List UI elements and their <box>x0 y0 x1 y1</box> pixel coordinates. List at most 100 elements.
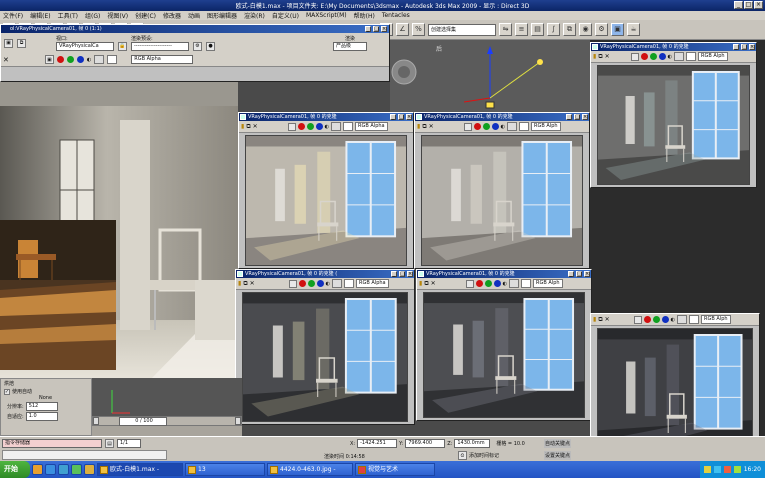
use-autosize-checkbox[interactable]: ✓ <box>4 388 10 395</box>
menu-item[interactable]: MAXScript(M) <box>306 12 347 19</box>
task-folder[interactable]: 13 <box>185 463 265 476</box>
save-icon[interactable]: ▮ <box>238 280 241 287</box>
menu-item[interactable]: 动画 <box>188 11 200 20</box>
curve-editor-icon[interactable]: ∫ <box>547 23 560 36</box>
mono-toggle-icon[interactable] <box>509 279 520 288</box>
blue-channel-icon[interactable] <box>76 56 84 63</box>
clear-icon[interactable]: ✕ <box>605 316 610 323</box>
preset-manage-icon[interactable]: ● <box>206 41 215 51</box>
alpha-icon[interactable]: ◐ <box>668 54 672 60</box>
spacing-input[interactable]: 1.0 <box>25 412 58 421</box>
color-swatch[interactable] <box>521 279 532 288</box>
close-button[interactable]: × <box>749 44 755 50</box>
layer-manager-icon[interactable]: ▤ <box>531 23 544 36</box>
minimize-button[interactable]: _ <box>568 271 574 277</box>
copy-icon[interactable]: ⧉ <box>424 280 428 288</box>
transform-gizmo-icon[interactable] <box>390 40 590 112</box>
z-coordinate[interactable]: 1430.0mm <box>454 439 491 448</box>
close-button[interactable]: × <box>754 1 763 9</box>
maximize-button[interactable]: □ <box>373 26 379 32</box>
prev-frame-icon[interactable] <box>93 417 99 425</box>
copy-icon[interactable]: ⧉ <box>422 123 426 131</box>
menu-item[interactable]: 组(G) <box>85 11 100 20</box>
clear-icon[interactable]: ✕ <box>253 123 258 130</box>
copy-icon[interactable]: ⧉ <box>246 123 250 131</box>
close-button[interactable]: × <box>582 114 588 120</box>
tray-volume-icon[interactable] <box>703 466 711 473</box>
red-channel-icon[interactable] <box>56 56 64 63</box>
display-icon[interactable] <box>463 122 472 131</box>
green-channel-icon[interactable] <box>484 280 492 287</box>
green-channel-icon[interactable] <box>307 280 315 287</box>
save-icon[interactable]: ▮ <box>593 53 596 60</box>
alpha-icon[interactable]: ◐ <box>501 124 505 130</box>
display-icon[interactable] <box>630 52 639 61</box>
clear-icon[interactable]: ✕ <box>3 56 9 64</box>
media-icon[interactable] <box>71 464 82 475</box>
quick-launch-icon[interactable] <box>32 464 43 475</box>
menu-item[interactable]: Tentacles <box>382 12 410 19</box>
maximize-button[interactable]: □ <box>399 271 405 277</box>
close-button[interactable]: × <box>584 271 590 277</box>
tray-ime-icon[interactable] <box>733 466 741 473</box>
script-page[interactable]: 1/1 <box>117 439 141 448</box>
clear-icon[interactable]: ✕ <box>429 123 434 130</box>
green-channel-icon[interactable] <box>652 316 660 323</box>
color-swatch[interactable] <box>689 315 700 324</box>
desktop-icon[interactable] <box>58 464 69 475</box>
red-channel-icon[interactable] <box>297 123 305 130</box>
auto-key-button[interactable]: 自动关键点 <box>544 439 572 448</box>
color-swatch[interactable] <box>344 279 355 288</box>
mono-toggle-icon[interactable] <box>674 52 685 61</box>
close-button[interactable]: × <box>381 26 387 32</box>
mirror-icon[interactable]: ⇋ <box>499 23 512 36</box>
copy-icon[interactable]: ⧉ <box>598 316 602 324</box>
maximize-button[interactable]: □ <box>741 44 747 50</box>
viewport-dropdown[interactable]: VRayPhysicalCa <box>56 42 114 51</box>
channel-dropdown[interactable]: RGB Alpha <box>355 122 388 131</box>
alpha-icon[interactable]: ◐ <box>671 317 675 323</box>
blue-channel-icon[interactable] <box>316 280 324 287</box>
green-channel-icon[interactable] <box>66 56 74 63</box>
material-editor-icon[interactable]: ◉ <box>579 23 592 36</box>
maximize-button[interactable]: □ <box>398 114 404 120</box>
schematic-view-icon[interactable]: ⧉ <box>563 23 576 36</box>
blue-channel-icon[interactable] <box>493 280 501 287</box>
quick-render-icon[interactable]: ☕ <box>627 23 640 36</box>
blue-channel-icon[interactable] <box>491 123 499 130</box>
menu-item[interactable]: 图形编辑器 <box>207 11 237 20</box>
red-channel-icon[interactable] <box>298 280 306 287</box>
start-button[interactable]: 开始 <box>0 461 30 478</box>
named-selection-dropdown[interactable]: 创建选择集 <box>428 23 496 36</box>
channel-dropdown[interactable]: RGB Alpha <box>131 55 194 64</box>
channel-dropdown[interactable]: RGB Alph <box>698 52 728 61</box>
mono-toggle-icon[interactable] <box>677 315 688 324</box>
channel-dropdown[interactable]: RGB Alph <box>531 122 561 131</box>
display-icon[interactable]: ▣ <box>44 55 54 64</box>
frame-counter[interactable]: 0 / 100 <box>119 416 167 426</box>
tray-network-icon[interactable] <box>713 466 721 473</box>
channel-dropdown[interactable]: RGB Alpha <box>356 279 389 288</box>
preset-options-icon[interactable]: ⚙ <box>193 41 202 51</box>
save-icon[interactable]: ▣ <box>4 38 13 48</box>
save-icon[interactable]: ▮ <box>419 280 422 287</box>
render-setup-icon[interactable]: ⚙ <box>595 23 608 36</box>
red-channel-icon[interactable] <box>473 123 481 130</box>
red-channel-icon[interactable] <box>475 280 483 287</box>
resolution-input[interactable]: 512 <box>25 402 58 411</box>
color-swatch[interactable] <box>107 55 118 64</box>
mono-toggle-icon[interactable] <box>507 122 518 131</box>
alpha-icon[interactable]: ◐ <box>503 281 507 287</box>
save-icon[interactable]: ▮ <box>417 123 420 130</box>
menu-item[interactable]: 工具(T) <box>58 11 78 20</box>
copy-icon[interactable]: ⧉ <box>243 280 247 288</box>
menu-item[interactable]: 帮助(H) <box>354 11 375 20</box>
clear-icon[interactable]: ✕ <box>250 280 255 287</box>
tray-antivirus-icon[interactable] <box>723 466 731 473</box>
clear-icon[interactable]: ✕ <box>431 280 436 287</box>
align-icon[interactable]: ≡ <box>515 23 528 36</box>
menu-item[interactable]: 渲染(R) <box>244 11 265 20</box>
save-icon[interactable]: ▮ <box>241 123 244 130</box>
script-icon[interactable]: ▤ <box>105 439 114 448</box>
add-time-tag[interactable]: 添加时间标记 <box>469 452 499 459</box>
